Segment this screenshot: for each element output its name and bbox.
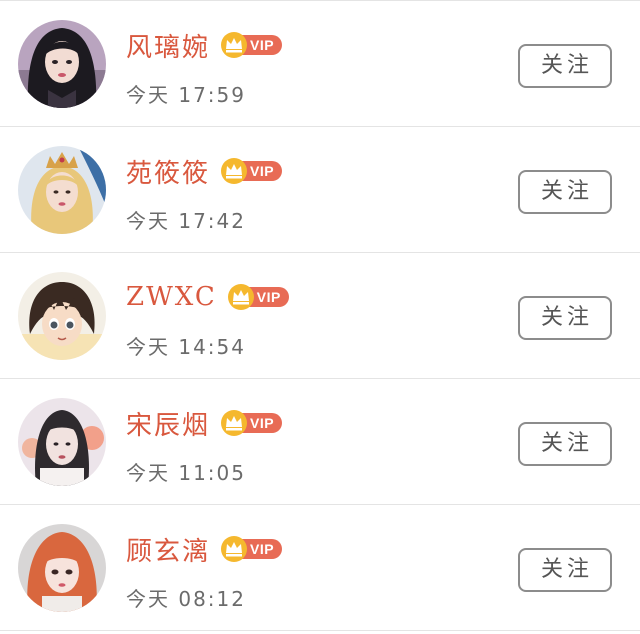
vip-badge: VIP xyxy=(220,32,283,58)
list-item[interactable]: 苑筱筱 VIP 今天 17:42 关注 xyxy=(0,127,640,253)
name-line: 苑筱筱 VIP xyxy=(126,151,283,191)
vip-badge: VIP xyxy=(220,536,283,562)
crown-icon xyxy=(227,284,254,310)
crown-icon xyxy=(221,410,248,436)
timestamp: 今天 17:59 xyxy=(126,83,246,107)
follow-button[interactable]: 关注 xyxy=(518,548,612,592)
timestamp: 今天 11:05 xyxy=(126,461,246,485)
crown-icon xyxy=(221,32,248,58)
username[interactable]: 顾玄漓 xyxy=(126,531,210,568)
avatar[interactable] xyxy=(18,272,106,360)
vip-badge: VIP xyxy=(220,158,283,184)
follow-button[interactable]: 关注 xyxy=(518,44,612,88)
follow-button[interactable]: 关注 xyxy=(518,296,612,340)
username[interactable]: ZWXC xyxy=(126,282,217,312)
vip-badge: VIP xyxy=(220,410,283,436)
username[interactable]: 宋辰烟 xyxy=(126,405,210,442)
username[interactable]: 苑筱筱 xyxy=(126,153,210,190)
timestamp: 今天 08:12 xyxy=(126,587,246,611)
timestamp: 今天 17:42 xyxy=(126,209,246,233)
avatar[interactable] xyxy=(18,398,106,486)
follow-list: 风璃婉 VIP 今天 17:59 关注 苑筱筱 VIP 今天 17:42 关注 … xyxy=(0,0,640,634)
crown-icon xyxy=(221,158,248,184)
vip-badge: VIP xyxy=(227,284,289,310)
list-item[interactable]: ZWXC VIP 今天 14:54 关注 xyxy=(0,253,640,379)
username[interactable]: 风璃婉 xyxy=(126,27,210,64)
list-item[interactable]: 宋辰烟 VIP 今天 11:05 关注 xyxy=(0,379,640,505)
name-line: 风璃婉 VIP xyxy=(126,25,283,65)
follow-button[interactable]: 关注 xyxy=(518,170,612,214)
name-line: ZWXC VIP xyxy=(126,277,289,317)
avatar[interactable] xyxy=(18,20,106,108)
avatar[interactable] xyxy=(18,524,106,612)
list-item[interactable]: 风璃婉 VIP 今天 17:59 关注 xyxy=(0,1,640,127)
list-item[interactable]: 顾玄漓 VIP 今天 08:12 关注 xyxy=(0,505,640,631)
crown-icon xyxy=(221,536,248,562)
timestamp: 今天 14:54 xyxy=(126,335,246,359)
name-line: 顾玄漓 VIP xyxy=(126,529,283,569)
name-line: 宋辰烟 VIP xyxy=(126,403,283,443)
avatar[interactable] xyxy=(18,146,106,234)
follow-button[interactable]: 关注 xyxy=(518,422,612,466)
